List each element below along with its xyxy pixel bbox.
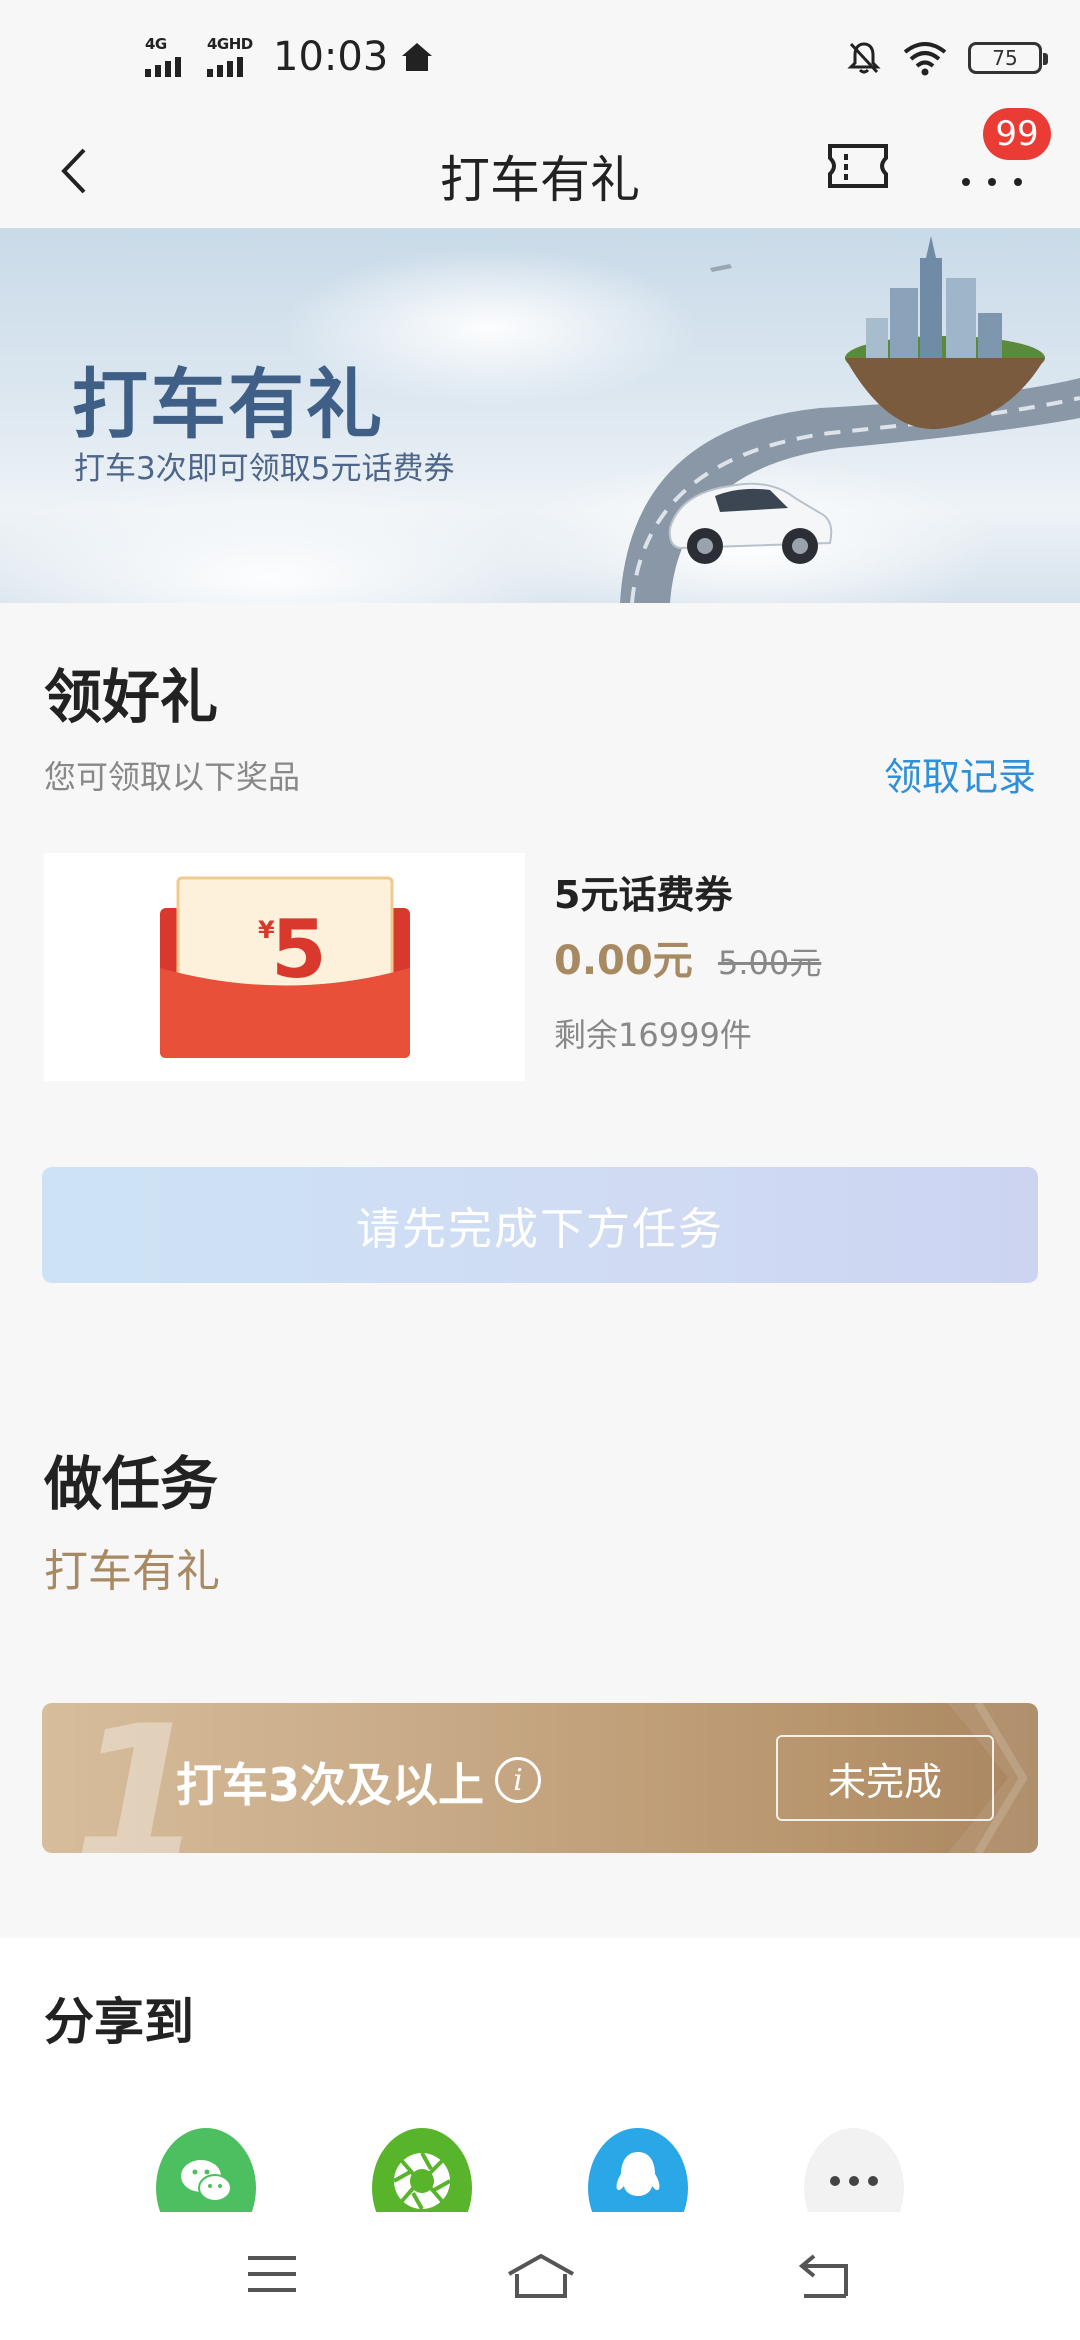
status-left: 4G 4GHD 10:03	[145, 34, 434, 80]
battery-level: 75	[992, 46, 1018, 70]
claim-record-link[interactable]: 领取记录	[884, 746, 1036, 801]
prize-original-price: 5.00元	[718, 944, 822, 982]
back-nav-icon[interactable]	[796, 2252, 852, 2304]
network-type-1: 4G	[145, 35, 167, 53]
nav-bar: 打车有礼	[0, 118, 1080, 228]
network-type-2: 4GHD	[207, 35, 253, 53]
banner-subtitle: 打车3次即可领取5元话费券	[74, 451, 455, 487]
gift-subtitle: 您可领取以下奖品	[44, 758, 301, 796]
home-status-icon	[402, 43, 433, 71]
page-title: 打车有礼	[440, 151, 640, 209]
task-section-title: 做任务	[44, 1450, 219, 1518]
clock: 10:03	[273, 34, 389, 80]
home-icon[interactable]	[505, 2252, 577, 2304]
gift-section-title: 领好礼	[44, 663, 219, 731]
claim-button[interactable]: 请先完成下方任务	[42, 1167, 1038, 1283]
share-title: 分享到	[44, 1993, 194, 2051]
prize-image[interactable]: ¥ 5	[44, 853, 525, 1081]
signal-1-icon: 4G	[145, 35, 193, 79]
task-label: 打车3次及以上	[176, 1758, 485, 1812]
ticket-icon[interactable]	[826, 140, 890, 192]
menu-icon[interactable]	[246, 2252, 298, 2300]
status-right: 75	[846, 40, 1048, 76]
system-nav-bar	[0, 2212, 1080, 2340]
page: 4G 4GHD 10:03 75 打车有礼 99 打车有礼 打车3次即可领取5元…	[0, 0, 1080, 2340]
notification-badge: 99	[983, 108, 1051, 160]
car-city-illustration	[620, 236, 1080, 603]
task-subtitle: 打车有礼	[44, 1546, 220, 1597]
prize-name: 5元话费券	[554, 873, 733, 917]
prize-price: 0.00元	[554, 938, 693, 984]
mute-bell-icon	[847, 42, 881, 74]
task-card: 1 打车3次及以上 i 未完成	[42, 1703, 1038, 1853]
task-status-button[interactable]: 未完成	[776, 1735, 994, 1821]
battery-icon: 75	[968, 42, 1048, 74]
banner-title: 打车有礼	[72, 360, 384, 449]
signal-2-icon: 4GHD	[207, 35, 255, 79]
red-envelope-coupon-icon: ¥ 5	[160, 876, 410, 1058]
coupon-amount: 5	[271, 903, 327, 996]
wifi-icon	[903, 42, 947, 76]
prize-remaining: 剩余16999件	[554, 1016, 752, 1054]
info-icon[interactable]: i	[495, 1757, 541, 1803]
promo-banner: 打车有礼 打车3次即可领取5元话费券	[0, 228, 1080, 603]
status-bar: 4G 4GHD 10:03 75	[0, 0, 1080, 118]
